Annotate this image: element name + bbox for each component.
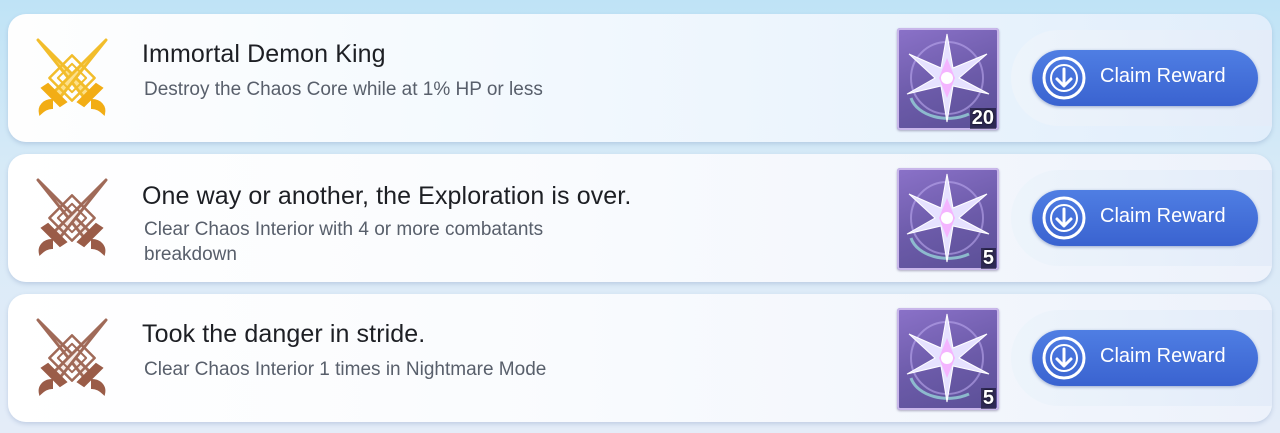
achievement-card: Took the danger in stride. Clear Chaos I… <box>8 294 1272 422</box>
crossed-swords-icon <box>30 176 114 260</box>
claim-reward-button[interactable]: Claim Reward <box>1032 330 1258 386</box>
claim-reward-label: Claim Reward <box>1100 65 1226 87</box>
achievement-description: Clear Chaos Interior with 4 or more comb… <box>144 219 544 265</box>
achievement-title: Took the danger in stride. <box>142 320 426 348</box>
reward-item[interactable]: 5 <box>897 308 999 410</box>
achievement-card: Immortal Demon King Destroy the Chaos Co… <box>8 14 1272 142</box>
achievement-title: One way or another, the Exploration is o… <box>142 182 632 210</box>
achievement-list: Immortal Demon King Destroy the Chaos Co… <box>0 0 1280 433</box>
download-circle-icon <box>1041 195 1087 241</box>
download-circle-icon <box>1041 55 1087 101</box>
achievement-card: One way or another, the Exploration is o… <box>8 154 1272 282</box>
achievement-title: Immortal Demon King <box>142 40 386 68</box>
achievement-description: Clear Chaos Interior 1 times in Nightmar… <box>144 359 547 380</box>
crossed-swords-icon <box>30 316 114 400</box>
claim-reward-button[interactable]: Claim Reward <box>1032 50 1258 106</box>
achievement-description: Destroy the Chaos Core while at 1% HP or… <box>144 79 543 100</box>
reward-quantity: 20 <box>969 107 996 129</box>
reward-quantity: 5 <box>980 387 996 409</box>
reward-quantity: 5 <box>980 247 996 269</box>
claim-reward-label: Claim Reward <box>1100 345 1226 367</box>
claim-reward-label: Claim Reward <box>1100 205 1226 227</box>
download-circle-icon <box>1041 335 1087 381</box>
reward-item[interactable]: 20 <box>897 28 999 130</box>
crossed-swords-icon <box>30 36 114 120</box>
claim-reward-button[interactable]: Claim Reward <box>1032 190 1258 246</box>
reward-item[interactable]: 5 <box>897 168 999 270</box>
